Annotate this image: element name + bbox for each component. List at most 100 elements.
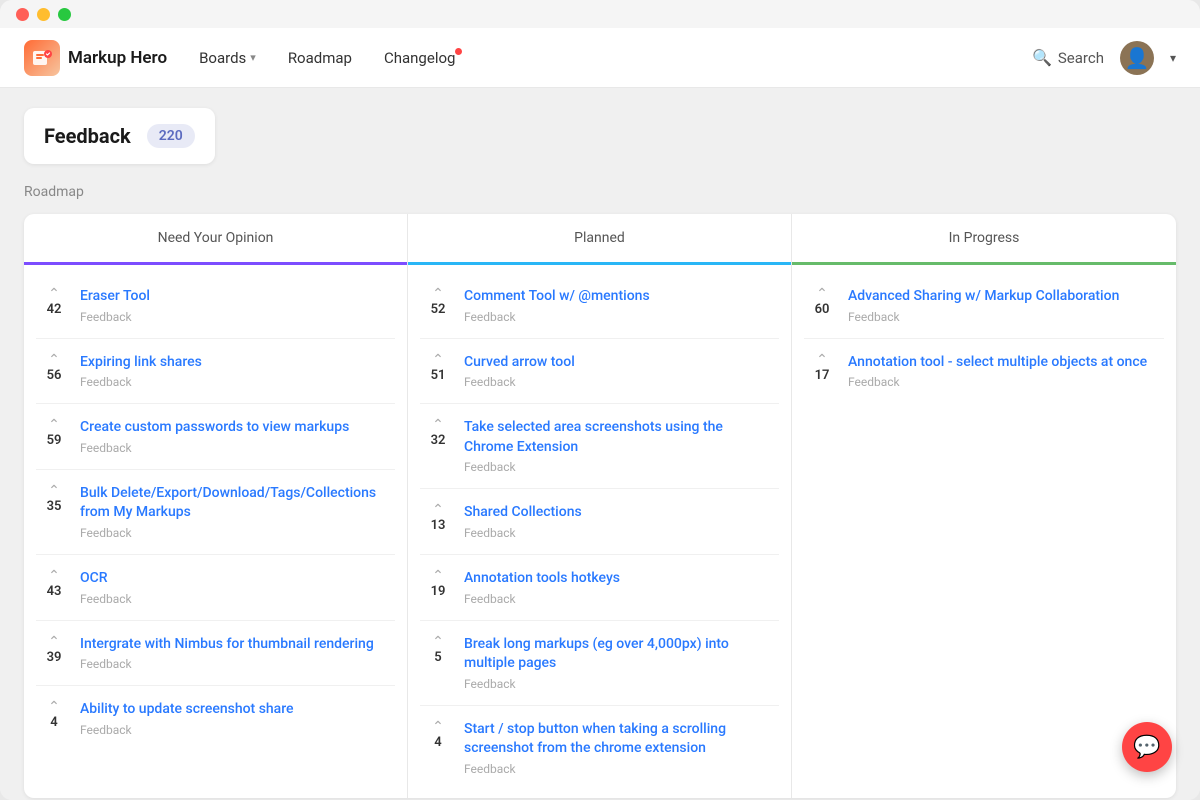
close-button[interactable] [16,8,29,21]
upvote-icon[interactable]: ⌃ [432,635,444,649]
list-item[interactable]: ⌃ 59 Create custom passwords to view mar… [36,404,395,470]
column-body-planned: ⌃ 52 Comment Tool w/ @mentions Feedback … [408,265,791,798]
vote-section: ⌃ 35 [40,484,68,514]
roadmap-nav[interactable]: Roadmap [276,43,364,73]
list-item[interactable]: ⌃ 60 Advanced Sharing w/ Markup Collabor… [804,273,1164,339]
item-title[interactable]: Create custom passwords to view markups [80,418,349,438]
column-header-need-your-opinion: Need Your Opinion [24,214,407,265]
search-icon: 🔍 [1032,48,1052,67]
vote-section: ⌃ 19 [424,569,452,599]
item-tag: Feedback [464,460,775,474]
nav-links: Boards ▾ Roadmap Changelog [187,43,1032,73]
list-item[interactable]: ⌃ 52 Comment Tool w/ @mentions Feedback [420,273,779,339]
item-tag: Feedback [80,441,349,455]
upvote-icon[interactable]: ⌃ [48,418,60,432]
vote-section: ⌃ 43 [40,569,68,599]
vote-section: ⌃ 13 [424,503,452,533]
vote-section: ⌃ 17 [808,353,836,383]
upvote-icon[interactable]: ⌃ [48,635,60,649]
list-item[interactable]: ⌃ 43 OCR Feedback [36,555,395,621]
upvote-icon[interactable]: ⌃ [432,418,444,432]
item-title[interactable]: Break long markups (eg over 4,000px) int… [464,635,775,674]
item-title[interactable]: Take selected area screenshots using the… [464,418,775,457]
list-item[interactable]: ⌃ 4 Start / stop button when taking a sc… [420,706,779,790]
item-content: Annotation tools hotkeys Feedback [464,569,620,606]
item-title[interactable]: Ability to update screenshot share [80,700,294,720]
upvote-icon[interactable]: ⌃ [48,569,60,583]
upvote-icon[interactable]: ⌃ [48,287,60,301]
item-content: Intergrate with Nimbus for thumbnail ren… [80,635,374,672]
boards-nav[interactable]: Boards ▾ [187,43,268,73]
item-title[interactable]: Annotation tools hotkeys [464,569,620,589]
list-item[interactable]: ⌃ 32 Take selected area screenshots usin… [420,404,779,489]
upvote-icon[interactable]: ⌃ [816,353,828,367]
upvote-icon[interactable]: ⌃ [432,720,444,734]
item-tag: Feedback [80,657,374,671]
list-item[interactable]: ⌃ 13 Shared Collections Feedback [420,489,779,555]
item-tag: Feedback [464,310,650,324]
vote-count: 52 [431,302,446,317]
list-item[interactable]: ⌃ 19 Annotation tools hotkeys Feedback [420,555,779,621]
item-title[interactable]: Shared Collections [464,503,582,523]
vote-count: 51 [431,368,446,383]
item-title[interactable]: Advanced Sharing w/ Markup Collaboration [848,287,1119,307]
item-tag: Feedback [464,526,582,540]
upvote-icon[interactable]: ⌃ [48,700,60,714]
upvote-icon[interactable]: ⌃ [432,569,444,583]
avatar-chevron-icon[interactable]: ▾ [1170,51,1176,65]
item-tag: Feedback [848,375,1147,389]
feedback-fab-button[interactable]: 💬 [1122,722,1172,772]
vote-count: 32 [431,433,446,448]
upvote-icon[interactable]: ⌃ [48,484,60,498]
vote-count: 35 [47,499,62,514]
list-item[interactable]: ⌃ 51 Curved arrow tool Feedback [420,339,779,405]
vote-count: 39 [47,650,62,665]
item-content: Create custom passwords to view markups … [80,418,349,455]
item-content: Start / stop button when taking a scroll… [464,720,775,776]
list-item[interactable]: ⌃ 39 Intergrate with Nimbus for thumbnai… [36,621,395,687]
list-item[interactable]: ⌃ 56 Expiring link shares Feedback [36,339,395,405]
item-title[interactable]: Curved arrow tool [464,353,575,373]
upvote-icon[interactable]: ⌃ [816,287,828,301]
item-tag: Feedback [80,310,150,324]
changelog-nav[interactable]: Changelog [372,43,478,73]
feedback-header-card: Feedback 220 [24,108,215,164]
changelog-notification-dot [455,48,462,55]
logo[interactable]: Markup Hero [24,40,167,76]
upvote-icon[interactable]: ⌃ [432,503,444,517]
avatar[interactable]: 👤 [1120,41,1154,75]
feedback-title: Feedback [44,124,131,148]
item-content: Advanced Sharing w/ Markup Collaboration… [848,287,1119,324]
item-tag: Feedback [464,375,575,389]
column-in-progress: In Progress ⌃ 60 Advanced Sharing w/ Mar… [792,214,1176,798]
upvote-icon[interactable]: ⌃ [432,353,444,367]
list-item[interactable]: ⌃ 42 Eraser Tool Feedback [36,273,395,339]
item-title[interactable]: Eraser Tool [80,287,150,307]
column-header-in-progress: In Progress [792,214,1176,265]
vote-section: ⌃ 39 [40,635,68,665]
column-header-planned: Planned [408,214,791,265]
item-title[interactable]: Annotation tool - select multiple object… [848,353,1147,373]
item-title[interactable]: OCR [80,569,132,589]
item-title[interactable]: Comment Tool w/ @mentions [464,287,650,307]
list-item[interactable]: ⌃ 17 Annotation tool - select multiple o… [804,339,1164,404]
item-title[interactable]: Start / stop button when taking a scroll… [464,720,775,759]
item-title[interactable]: Bulk Delete/Export/Download/Tags/Collect… [80,484,391,523]
column-body-in-progress: ⌃ 60 Advanced Sharing w/ Markup Collabor… [792,265,1176,411]
title-bar [0,0,1200,28]
minimize-button[interactable] [37,8,50,21]
list-item[interactable]: ⌃ 35 Bulk Delete/Export/Download/Tags/Co… [36,470,395,555]
vote-section: ⌃ 59 [40,418,68,448]
item-content: Eraser Tool Feedback [80,287,150,324]
item-title[interactable]: Expiring link shares [80,353,202,373]
upvote-icon[interactable]: ⌃ [48,353,60,367]
column-items-planned: ⌃ 52 Comment Tool w/ @mentions Feedback … [408,265,791,798]
item-content: Ability to update screenshot share Feedb… [80,700,294,737]
list-item[interactable]: ⌃ 5 Break long markups (eg over 4,000px)… [420,621,779,706]
list-item[interactable]: ⌃ 4 Ability to update screenshot share F… [36,686,395,751]
item-title[interactable]: Intergrate with Nimbus for thumbnail ren… [80,635,374,655]
item-content: Break long markups (eg over 4,000px) int… [464,635,775,691]
maximize-button[interactable] [58,8,71,21]
upvote-icon[interactable]: ⌃ [432,287,444,301]
search-button[interactable]: 🔍 Search [1032,48,1104,67]
